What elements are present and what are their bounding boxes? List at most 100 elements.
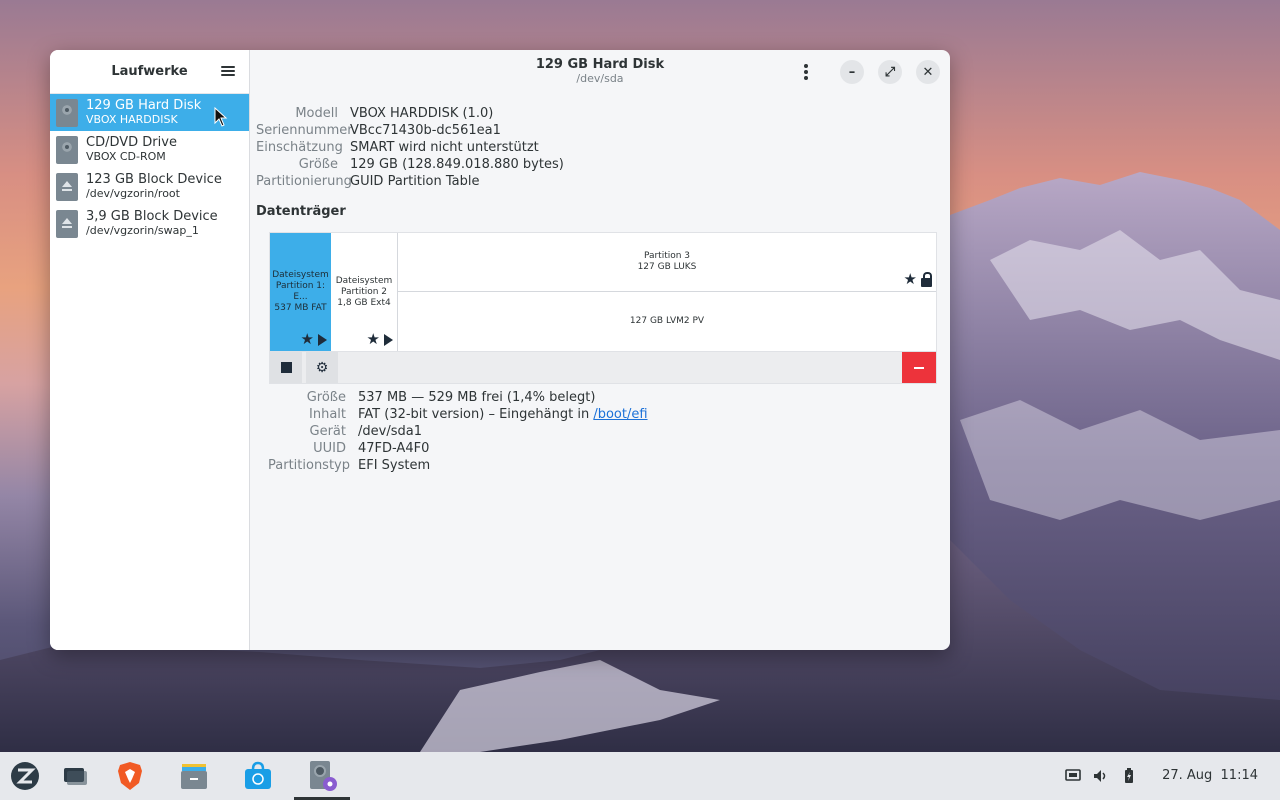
files-icon[interactable] — [178, 760, 210, 792]
disk-properties: Modell VBOX HARDDISK (1.0) Seriennummer VB… — [256, 106, 564, 191]
partition-label: Dateisystem — [335, 275, 393, 286]
partition-properties: Größe 537 MB — 529 MB frei (1,4% belegt) … — [268, 390, 648, 475]
partition-label: 1,8 GB Ext4 — [337, 297, 391, 308]
partition-label: 127 GB LUKS — [637, 262, 697, 272]
prop-value: GUID Partition Table — [350, 174, 480, 189]
prop-value: SMART wird nicht unterstützt — [350, 140, 539, 155]
partition-label: 127 GB LVM2 PV — [629, 316, 705, 326]
star-icon: ★ — [366, 330, 380, 348]
maximize-icon: ⤢ — [884, 64, 896, 80]
volume-icon[interactable] — [1092, 767, 1110, 785]
optical-drive-icon — [56, 135, 78, 164]
close-icon: ✕ — [922, 64, 934, 80]
prop-label: Partitionstyp — [268, 458, 350, 473]
maximize-button[interactable]: ⤢ — [878, 60, 902, 84]
mount-point-link[interactable]: /boot/efi — [593, 407, 647, 422]
drive-sub: VBOX HARDDISK — [86, 112, 178, 126]
partition-label: Partition 3 — [643, 251, 691, 261]
prop-row: Modell VBOX HARDDISK (1.0) — [256, 106, 564, 123]
mounted-play-icon — [318, 333, 327, 346]
prop-value: 129 GB (128.849.018.880 bytes) — [350, 157, 564, 172]
prop-label: Größe — [298, 157, 338, 172]
partition-map: Dateisystem Partition 1: E... 537 MB FAT… — [269, 232, 937, 352]
prop-row: Einschätzung SMART wird nicht unterstützt — [256, 140, 564, 157]
gears-icon: ⚙ — [315, 359, 329, 376]
minus-icon — [914, 366, 924, 369]
prop-label: Einschätzung — [256, 140, 343, 155]
prop-label: Inhalt — [309, 407, 346, 422]
drive-item-root[interactable]: 123 GB Block Device /dev/vgzorin/root — [50, 168, 249, 205]
prop-row: Inhalt FAT (32-bit version) – Eingehängt … — [268, 407, 648, 424]
prop-label: Modell — [295, 106, 338, 121]
block-device-icon — [56, 172, 78, 201]
prop-value: FAT (32-bit version) – Eingehängt in /bo… — [358, 407, 648, 424]
partition-3[interactable]: Partition 3 127 GB LUKS ★ — [398, 233, 936, 292]
main-panel: 129 GB Hard Disk /dev/sda – ⤢ ✕ Modell VB… — [250, 50, 950, 650]
network-icon[interactable] — [1064, 767, 1082, 785]
partition-label: Partition 2 — [340, 286, 388, 297]
prop-row: Partitionstyp EFI System — [268, 458, 648, 475]
drive-item-swap[interactable]: 3,9 GB Block Device /dev/vgzorin/swap_1 — [50, 205, 249, 242]
harddisk-icon — [56, 98, 78, 127]
disks-icon[interactable] — [306, 760, 338, 792]
sidebar-title: Laufwerke — [111, 64, 188, 79]
prop-row: Größe 129 GB (128.849.018.880 bytes) — [256, 157, 564, 174]
header-bar: 129 GB Hard Disk /dev/sda – ⤢ ✕ — [250, 50, 950, 94]
prop-row: Seriennummer VBcc71430b-dc561ea1 — [256, 123, 564, 140]
unmount-button[interactable] — [270, 352, 302, 383]
drive-name: CD/DVD Drive — [86, 134, 177, 150]
partition-options-button[interactable]: ⚙ — [306, 352, 338, 383]
sidebar-header: Laufwerke — [50, 50, 249, 94]
mouse-pointer-icon — [214, 107, 228, 127]
drive-sub: /dev/vgzorin/root — [86, 186, 180, 200]
unlocked-icon — [921, 271, 932, 287]
prop-value: 47FD-A4F0 — [358, 441, 430, 456]
block-device-icon — [56, 209, 78, 238]
sidebar: Laufwerke 129 GB Hard Disk VBOX HARDDISK… — [50, 50, 250, 650]
software-store-icon[interactable] — [242, 760, 274, 792]
prop-label: Gerät — [309, 424, 346, 439]
star-icon: ★ — [300, 330, 314, 348]
contents-text: FAT (32-bit version) – Eingehängt in — [358, 407, 594, 422]
battery-icon[interactable] — [1120, 767, 1138, 785]
prop-label: UUID — [313, 441, 346, 456]
partition-2[interactable]: Dateisystem Partition 2 1,8 GB Ext4 ★ — [331, 233, 398, 351]
mounted-play-icon — [384, 333, 393, 346]
prop-label: Größe — [306, 390, 346, 405]
close-button[interactable]: ✕ — [916, 60, 940, 84]
minimize-button[interactable]: – — [840, 60, 864, 84]
more-options-icon[interactable] — [794, 60, 818, 84]
hamburger-icon[interactable] — [221, 64, 235, 78]
prop-value: VBOX HARDDISK (1.0) — [350, 106, 494, 121]
drive-name: 3,9 GB Block Device — [86, 208, 218, 224]
partition-1[interactable]: Dateisystem Partition 1: E... 537 MB FAT… — [270, 233, 331, 351]
drive-sub: VBOX CD-ROM — [86, 149, 166, 163]
prop-label: Seriennummer — [256, 123, 353, 138]
prop-row: UUID 47FD-A4F0 — [268, 441, 648, 458]
disks-window: Laufwerke 129 GB Hard Disk VBOX HARDDISK… — [50, 50, 950, 650]
drive-sub: /dev/vgzorin/swap_1 — [86, 223, 199, 237]
drive-name: 123 GB Block Device — [86, 171, 222, 187]
zorin-menu-icon[interactable] — [9, 760, 41, 792]
partition-label: Partition 1: E... — [275, 281, 326, 302]
clock[interactable]: 27. Aug 11:14 — [1162, 768, 1258, 783]
drive-item-cdrom[interactable]: CD/DVD Drive VBOX CD-ROM — [50, 131, 249, 168]
prop-value: VBcc71430b-dc561ea1 — [350, 123, 501, 138]
volumes-heading: Datenträger — [256, 204, 346, 219]
brave-browser-icon[interactable] — [114, 760, 146, 792]
stop-icon — [280, 362, 292, 373]
partition-toolbar: ⚙ — [269, 352, 937, 384]
delete-partition-button[interactable] — [902, 352, 936, 383]
minimize-icon: – — [848, 64, 856, 80]
partition-label: 537 MB FAT — [274, 303, 327, 313]
workspaces-icon[interactable] — [58, 760, 90, 792]
partition-label: Dateisystem — [272, 270, 329, 280]
prop-value: 537 MB — 529 MB frei (1,4% belegt) — [358, 390, 596, 405]
prop-row: Partitionierung GUID Partition Table — [256, 174, 564, 191]
prop-value: EFI System — [358, 458, 431, 473]
prop-row: Größe 537 MB — 529 MB frei (1,4% belegt) — [268, 390, 648, 407]
prop-row: Gerät/dev/sda1 — [268, 424, 648, 441]
prop-value: /dev/sda1 — [358, 424, 422, 439]
star-icon: ★ — [903, 270, 917, 288]
partition-lvm[interactable]: 127 GB LVM2 PV — [398, 292, 936, 351]
